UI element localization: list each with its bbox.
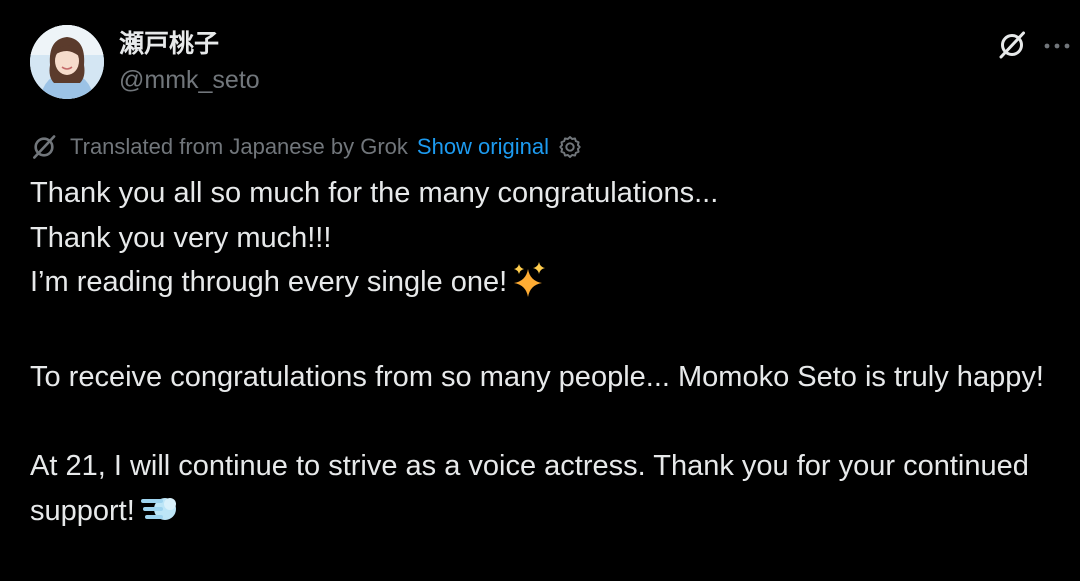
author-names: 瀬戸桃子 @mmk_seto [119,27,260,97]
tweet-header: 瀬戸桃子 @mmk_seto [30,25,1070,101]
tweet-text: Thank you all so much for the many congr… [30,171,1070,539]
tweet-line: To receive congratulations from so many … [30,361,1044,393]
display-name[interactable]: 瀬戸桃子 [119,27,260,61]
tweet-line: Thank you very much!!! [30,221,332,254]
gear-icon[interactable] [557,134,583,160]
dash-icon [139,492,177,540]
tweet-line-text: I’m reading through every single one! [30,266,508,298]
tweet-line: At 21, I will continue to strive as a vo… [30,444,1070,539]
tweet-line: I’m reading through every single one! [30,260,1070,311]
tweet-line: Thank you all so much for the many congr… [30,177,719,209]
author-handle[interactable]: @mmk_seto [119,63,260,97]
translation-bar: Translated from Japanese by Grok Show or… [30,130,583,164]
more-dots-icon[interactable] [1042,31,1072,61]
sparkles-icon [511,261,547,311]
show-original-link[interactable]: Show original [417,132,549,162]
tweet-line-text: At 21, I will continue to strive as a vo… [30,450,1029,527]
translation-note: Translated from Japanese by Grok [70,134,408,159]
grok-translate-icon [30,133,58,161]
avatar[interactable] [30,25,104,99]
grok-icon[interactable] [994,27,1030,63]
